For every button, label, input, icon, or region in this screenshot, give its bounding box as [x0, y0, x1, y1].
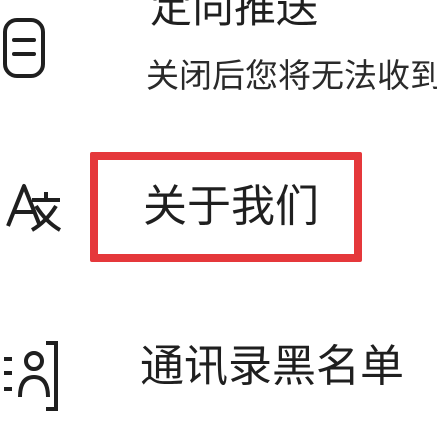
- menu-item-title: 定向推送: [150, 0, 319, 32]
- translate-language-icon: [6, 184, 62, 232]
- hamburger-menu-icon: [3, 18, 45, 78]
- menu-item-contact-blacklist[interactable]: 通讯录黑名单: [0, 335, 437, 434]
- menu-item-title: 通讯录黑名单: [140, 341, 404, 392]
- menu-item-about-us[interactable]: 关于我们: [0, 150, 437, 265]
- menu-item-targeted-push[interactable]: 定向推送 关闭后您将无法收到: [0, 0, 437, 130]
- menu-item-subtitle: 关闭后您将无法收到: [146, 56, 437, 95]
- contact-book-icon: [4, 341, 58, 411]
- menu-item-title: 关于我们: [143, 181, 319, 232]
